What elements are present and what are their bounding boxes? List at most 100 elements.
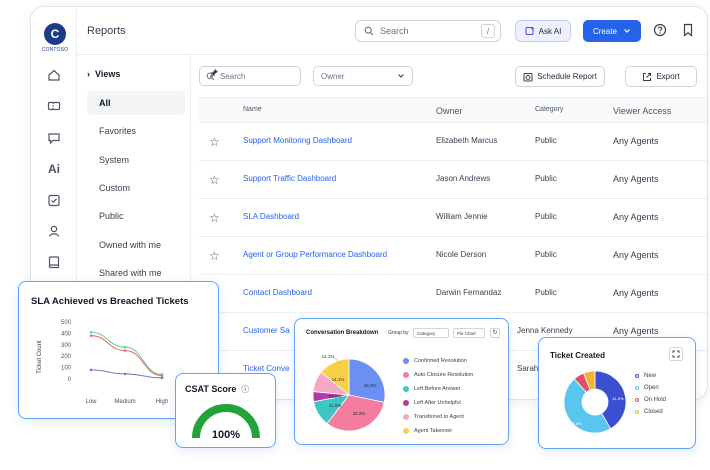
view-item-custom[interactable]: Custom xyxy=(87,176,185,200)
schedule-report-button[interactable]: Schedule Report xyxy=(515,66,605,87)
chat-icon[interactable] xyxy=(46,130,62,146)
export-button[interactable]: Export xyxy=(625,66,697,87)
report-category: Public xyxy=(535,174,557,183)
legend-label: Left After Unhelpful xyxy=(414,400,461,406)
legend-swatch xyxy=(403,414,409,420)
report-name-link[interactable]: Ticket Conve xyxy=(243,364,289,373)
pie-data-label: 28.3% xyxy=(364,383,377,388)
column-header-owner[interactable]: Owner xyxy=(436,106,463,116)
csat-gauge: 100% xyxy=(192,404,260,441)
legend-swatch xyxy=(403,386,409,392)
export-icon xyxy=(643,72,652,81)
y-tick-label: 100 xyxy=(61,366,72,372)
star-icon[interactable]: ☆ xyxy=(209,249,220,263)
legend-item[interactable]: Transferred to Agent xyxy=(403,414,464,420)
calendar-clock-icon xyxy=(523,72,533,81)
owner-filter-select[interactable]: Owner xyxy=(313,66,413,86)
series-point xyxy=(160,374,164,377)
sparkle-icon xyxy=(525,26,535,35)
series-point xyxy=(123,345,127,349)
legend-label: Auto Closure Resolution xyxy=(414,372,474,378)
owner-filter-label: Owner xyxy=(321,71,345,81)
user-icon[interactable] xyxy=(46,223,62,239)
legend-item[interactable]: Closed xyxy=(635,409,663,415)
series-point xyxy=(123,349,127,352)
legend-item[interactable]: New xyxy=(635,373,656,379)
shortcut-hint: / xyxy=(481,24,495,38)
report-owner: William Jennie xyxy=(436,212,488,221)
legend-item[interactable]: Open xyxy=(635,385,659,391)
legend-swatch xyxy=(403,358,409,364)
report-viewer-access: Any Agents xyxy=(613,136,659,146)
report-search-input[interactable]: Search xyxy=(199,66,301,86)
legend-label: Transferred to Agent xyxy=(414,414,464,420)
ticket-icon[interactable] xyxy=(46,98,62,114)
pie-data-label: 16.8% xyxy=(329,394,342,399)
legend-item[interactable]: Confirmed Resolution xyxy=(403,358,467,364)
pie-data-label: 14.1% xyxy=(322,354,335,359)
page-title: Reports xyxy=(87,25,126,37)
legend-item[interactable]: On Hold xyxy=(635,397,666,403)
create-label: Create xyxy=(592,26,617,36)
table-row[interactable]: ☆ Support Monitoring Dashboard Elizabeth… xyxy=(199,123,707,161)
report-name-link[interactable]: Customer Sa xyxy=(243,326,290,335)
brand-logo: C xyxy=(44,23,66,45)
ask-ai-button[interactable]: Ask AI xyxy=(515,20,571,42)
legend-item[interactable]: Left Before Answer xyxy=(403,386,460,392)
table-row[interactable]: ☆ Support Traffic Dashboard Jason Andrew… xyxy=(199,161,707,199)
views-heading[interactable]: › Views xyxy=(87,69,120,79)
x-tick-label: High xyxy=(156,399,168,405)
report-name-link[interactable]: Support Traffic Dashboard xyxy=(243,174,336,183)
ticket-created-card[interactable]: Ticket Created 41.6% 46.8% New Open On Hold… xyxy=(538,337,696,449)
star-icon[interactable]: ☆ xyxy=(209,211,220,225)
calendar-check-icon[interactable] xyxy=(46,192,62,208)
legend-label: On Hold xyxy=(644,397,667,403)
view-item-all[interactable]: All xyxy=(87,91,185,115)
x-tick-label: Low xyxy=(85,399,97,405)
column-header-name[interactable]: Name xyxy=(243,106,262,113)
y-tick-label: 200 xyxy=(61,354,72,360)
pie-data-label: 14.1% xyxy=(332,377,345,382)
bookmark-icon[interactable] xyxy=(681,23,695,37)
conversation-breakdown-card[interactable]: Conversation Breakdown Group by Category… xyxy=(294,318,509,445)
y-tick-label: 400 xyxy=(61,331,72,337)
legend-item[interactable]: Agent Takeover xyxy=(403,428,452,434)
report-viewer-access: Any Agents xyxy=(613,212,659,222)
star-icon[interactable]: ☆ xyxy=(209,135,220,149)
global-search-input[interactable]: Search / xyxy=(355,20,501,42)
report-name-link[interactable]: Agent or Group Performance Dashboard xyxy=(243,250,387,259)
view-item-system[interactable]: System xyxy=(87,148,185,172)
csat-card[interactable]: CSAT Score ⓘ 100% xyxy=(175,373,276,448)
view-item-owned[interactable]: Owned with me xyxy=(87,233,185,257)
legend-swatch xyxy=(635,386,639,390)
legend-item[interactable]: Auto Closure Resolution xyxy=(403,372,473,378)
report-viewer-access: Any Agents xyxy=(613,288,659,298)
report-name-link[interactable]: Support Monitoring Dashboard xyxy=(243,136,352,145)
table-header: Name Owner Category Viewer Access xyxy=(199,97,707,123)
create-button[interactable]: Create xyxy=(583,20,641,42)
star-icon[interactable]: ☆ xyxy=(209,173,220,187)
view-item-favorites[interactable]: Favorites xyxy=(87,119,185,143)
ai-icon[interactable]: Ai xyxy=(46,161,62,177)
series-line-1 xyxy=(90,335,163,377)
view-item-public[interactable]: Public xyxy=(87,204,185,228)
report-owner: Jenna Kennedy xyxy=(517,326,573,335)
search-icon xyxy=(206,72,215,80)
series-point xyxy=(89,334,93,337)
table-row[interactable]: ☆ SLA Dashboard William Jennie Public An… xyxy=(199,199,707,237)
help-icon[interactable] xyxy=(653,23,667,37)
report-name-link[interactable]: Contact Dashboard xyxy=(243,288,312,297)
column-header-viewer-access[interactable]: Viewer Access xyxy=(613,106,671,116)
report-name-link[interactable]: SLA Dashboard xyxy=(243,212,299,221)
conversation-pie-chart: 28.3% 32.2% 11.6% 16.8% 14.1% 14.1% xyxy=(312,354,386,432)
report-category: Public xyxy=(535,288,557,297)
legend-swatch xyxy=(635,410,639,414)
table-row[interactable]: Contact Dashboard Darwin Fernandaz Publi… xyxy=(199,275,707,313)
report-viewer-access: Any Agents xyxy=(613,250,659,260)
legend-item[interactable]: Left After Unhelpful xyxy=(403,400,461,406)
chevron-right-icon: › xyxy=(87,69,95,79)
home-icon[interactable] xyxy=(46,67,62,83)
book-icon[interactable] xyxy=(46,254,62,270)
table-row[interactable]: ☆ Agent or Group Performance Dashboard N… xyxy=(199,237,707,275)
column-header-category[interactable]: Category xyxy=(535,106,563,113)
